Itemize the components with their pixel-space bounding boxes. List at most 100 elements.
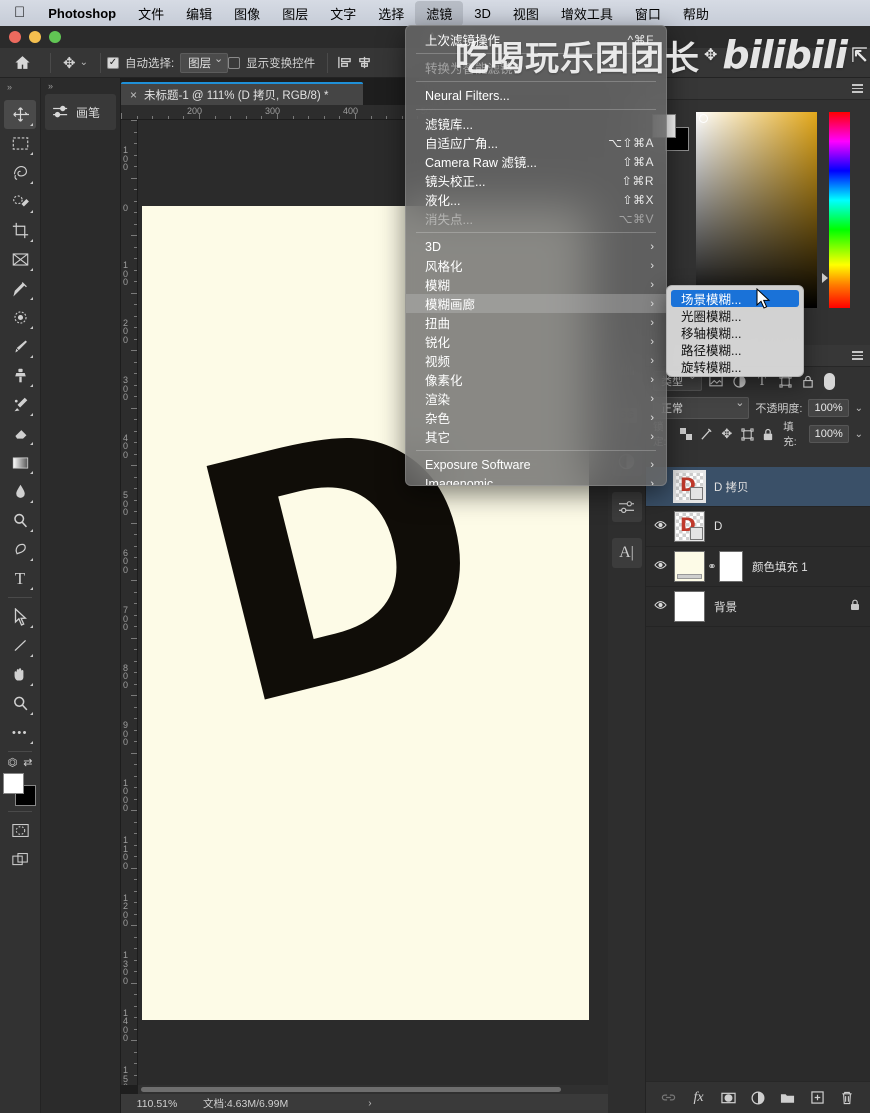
close-icon[interactable]: × — [130, 88, 137, 102]
menu-item[interactable]: Imagenomic › — [406, 474, 666, 486]
menu-item[interactable]: 渲染 › — [406, 389, 666, 408]
brush-tool[interactable] — [4, 332, 36, 361]
more-tools[interactable]: ••• — [4, 718, 36, 747]
active-tool-icon[interactable]: ✥ ⌄ — [57, 54, 94, 72]
shape-tool[interactable] — [4, 631, 36, 660]
menu-item[interactable]: 滤镜库... — [406, 114, 666, 133]
color-swatches[interactable] — [3, 773, 37, 807]
layer-name[interactable]: D — [705, 521, 870, 533]
menu-item[interactable]: 风格化 › — [406, 256, 666, 275]
object-selection-tool[interactable] — [4, 187, 36, 216]
menu-item[interactable]: 扭曲 › — [406, 313, 666, 332]
blend-mode-dropdown[interactable]: 正常 — [653, 396, 750, 419]
marquee-tool[interactable] — [4, 129, 36, 158]
menubar-item-9[interactable]: 视图 — [502, 1, 550, 26]
layer-visibility-icon[interactable] — [646, 600, 674, 613]
quick-mask-icon[interactable] — [4, 816, 36, 845]
lock-artboard-nesting-icon[interactable] — [740, 425, 755, 443]
color-field[interactable] — [696, 112, 817, 308]
menubar-item-3[interactable]: 图像 — [223, 1, 271, 26]
filter-enable-toggle[interactable] — [824, 372, 835, 390]
eraser-tool[interactable] — [4, 419, 36, 448]
expand-panel-icon[interactable]: » — [41, 78, 120, 91]
path-selection-tool[interactable] — [4, 602, 36, 631]
scrollbar-thumb[interactable] — [141, 1087, 561, 1092]
screen-mode-icon[interactable] — [4, 845, 36, 874]
filter-menu-dropdown[interactable]: 上次滤镜操作 ^⌘F 转换为智能滤镜 Neural Filters... 滤镜库... 自… — [405, 25, 667, 486]
hue-slider[interactable] — [829, 112, 850, 308]
character-icon[interactable]: A| — [611, 538, 642, 568]
canvas-horizontal-scrollbar[interactable] — [138, 1085, 608, 1094]
document-tab[interactable]: × 未标题-1 @ 111% (D 拷贝, RGB/8) * — [121, 82, 363, 105]
menu-item[interactable]: 杂色 › — [406, 408, 666, 427]
layer-thumbnail[interactable]: D — [674, 511, 705, 542]
menubar-item-1[interactable]: 文件 — [127, 1, 175, 26]
layer-name[interactable]: D 拷贝 — [705, 479, 870, 495]
collapse-tools-icon[interactable]: » — [7, 82, 12, 92]
menu-item[interactable]: Camera Raw 滤镜... ⇧⌘A — [406, 152, 666, 171]
menubar-item-12[interactable]: 帮助 — [672, 1, 720, 26]
menubar-item-2[interactable]: 编辑 — [175, 1, 223, 26]
new-group-icon[interactable] — [777, 1087, 799, 1109]
hue-slider-marker[interactable] — [822, 273, 828, 283]
submenu-item[interactable]: 场景模糊... — [671, 290, 799, 307]
menu-item[interactable]: 液化... ⇧⌘X — [406, 190, 666, 209]
menubar-item-0[interactable]: Photoshop — [37, 3, 127, 24]
align-left-icon[interactable] — [334, 53, 354, 73]
show-transform-checkbox[interactable]: ✓ — [228, 56, 241, 69]
submenu-item[interactable]: 路径模糊... — [667, 341, 803, 358]
apple-icon[interactable]:  — [10, 4, 37, 23]
crop-tool[interactable] — [4, 216, 36, 245]
opacity-value[interactable]: 100% — [808, 399, 849, 417]
mask-link-icon[interactable]: ⚭ — [705, 560, 719, 573]
home-icon[interactable] — [0, 54, 44, 71]
foreground-color-swatch[interactable] — [3, 773, 24, 794]
menubar-item-4[interactable]: 图层 — [271, 1, 319, 26]
fill-stepper-icon[interactable]: ⌄ — [855, 429, 863, 440]
history-brush-tool[interactable] — [4, 390, 36, 419]
menu-item[interactable]: Exposure Software › — [406, 455, 666, 474]
vertical-ruler[interactable]: 1000100200300400500600700800900100011001… — [121, 120, 138, 1085]
chevron-right-icon[interactable]: › — [288, 1098, 371, 1109]
menu-item[interactable]: 模糊画廊 › — [406, 294, 666, 313]
zoom-level[interactable]: 110.51% — [121, 1098, 193, 1110]
lasso-tool[interactable] — [4, 158, 36, 187]
align-center-vertical-icon[interactable] — [354, 53, 374, 73]
gradient-tool[interactable] — [4, 448, 36, 477]
menu-item[interactable]: 模糊 › — [406, 275, 666, 294]
clone-stamp-tool[interactable] — [4, 361, 36, 390]
layer-name[interactable]: 背景 — [705, 599, 850, 615]
layer-row[interactable]: DD — [646, 507, 870, 547]
swap-colors-icon[interactable]: ⇄ — [23, 756, 32, 769]
menu-item[interactable]: 自适应广角... ⌥⇧⌘A — [406, 133, 666, 152]
adjustment-layer-icon[interactable] — [747, 1087, 769, 1109]
menu-item[interactable]: 像素化 › — [406, 370, 666, 389]
color-field-cursor[interactable] — [699, 114, 708, 123]
layer-visibility-icon[interactable] — [646, 520, 674, 533]
layer-name[interactable]: 颜色填充 1 — [743, 559, 870, 575]
menu-item[interactable]: 3D › — [406, 237, 666, 256]
pen-tool[interactable] — [4, 535, 36, 564]
close-window-button[interactable] — [9, 31, 21, 43]
submenu-item[interactable]: 旋转模糊... — [667, 358, 803, 375]
properties-icon[interactable] — [611, 492, 642, 522]
menubar-item-8[interactable]: 3D — [463, 3, 502, 24]
dodge-tool[interactable] — [4, 506, 36, 535]
menu-item[interactable]: 上次滤镜操作 ^⌘F — [406, 30, 666, 49]
submenu-item[interactable]: 光圈模糊... — [667, 307, 803, 324]
fill-value[interactable]: 100% — [808, 425, 849, 443]
eyedropper-tool[interactable] — [4, 274, 36, 303]
panel-tab-brush-settings[interactable]: 画笔 — [45, 94, 116, 130]
default-colors-icon[interactable]: ⏣ — [8, 756, 18, 769]
menu-item[interactable]: 其它 › — [406, 427, 666, 446]
blur-gallery-submenu[interactable]: 场景模糊... 光圈模糊... 移轴模糊... 路径模糊... 旋转模糊... — [666, 285, 804, 377]
hand-tool[interactable] — [4, 660, 36, 689]
layer-row[interactable]: 背景 — [646, 587, 870, 627]
menu-item[interactable]: Neural Filters... — [406, 86, 666, 105]
blur-tool[interactable] — [4, 477, 36, 506]
menu-item[interactable]: 镜头校正... ⇧⌘R — [406, 171, 666, 190]
menubar-item-7[interactable]: 滤镜 — [415, 0, 464, 26]
new-layer-icon[interactable] — [806, 1087, 828, 1109]
lock-all-icon[interactable] — [761, 425, 776, 443]
zoom-tool[interactable] — [4, 689, 36, 718]
